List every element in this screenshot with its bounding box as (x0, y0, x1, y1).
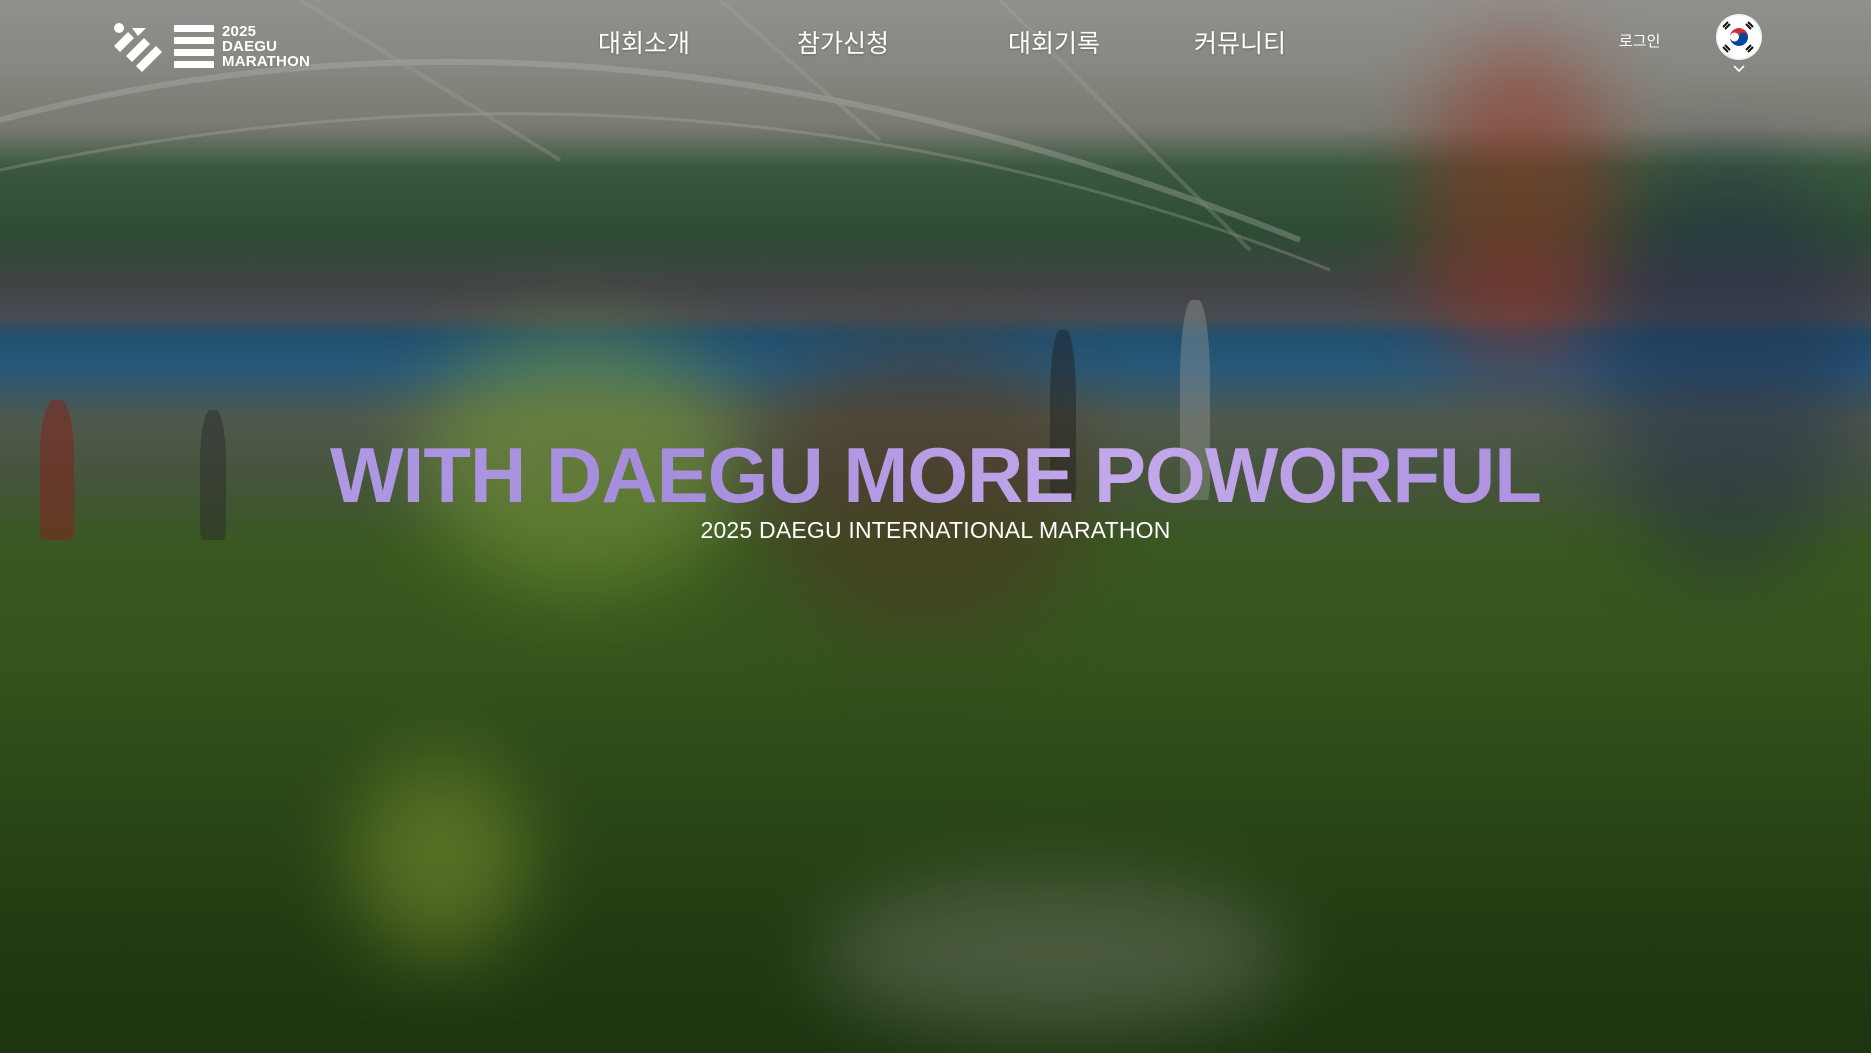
nav-item-community[interactable]: 커뮤니티 (1194, 24, 1286, 60)
site-header: 2025 DAEGU MARATHON 대회소개 참가신청 대회기록 커뮤니티 … (0, 0, 1871, 84)
nav-item-registration[interactable]: 참가신청 (797, 24, 889, 60)
main-navigation: 대회소개 참가신청 대회기록 커뮤니티 (0, 24, 1871, 60)
language-selector[interactable] (1718, 16, 1764, 76)
chevron-down-icon (1733, 65, 1745, 73)
nav-item-about[interactable]: 대회소개 (598, 24, 690, 60)
hero-subline: 2025 DAEGU INTERNATIONAL MARATHON (700, 517, 1171, 543)
korea-flag-icon (1718, 16, 1760, 58)
login-link[interactable]: 로그인 (1619, 30, 1660, 51)
hero-headline: WITH DAEGU MORE POWORFUL (0, 430, 1871, 521)
nav-item-records[interactable]: 대회기록 (1008, 24, 1100, 60)
